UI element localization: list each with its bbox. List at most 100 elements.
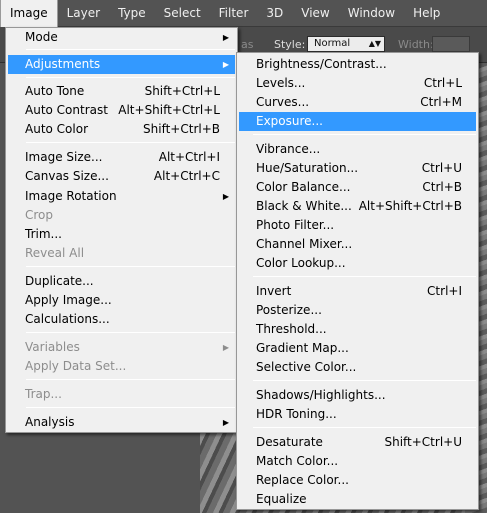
- menu-item-label: Analysis: [25, 415, 75, 429]
- menu-filter[interactable]: Filter: [210, 0, 258, 27]
- image-menu-item-auto-contrast[interactable]: Auto Contrast Alt+Shift+Ctrl+L: [8, 101, 235, 120]
- menu-item-label: Mode: [25, 30, 58, 44]
- menu-separator: [26, 407, 235, 408]
- adjustments-submenu: Brightness/Contrast... Levels... Ctrl+L …: [236, 52, 479, 510]
- menu-item-label: Desaturate: [256, 435, 323, 449]
- menu-3d[interactable]: 3D: [257, 0, 292, 27]
- adjust-item-replace-color[interactable]: Replace Color...: [239, 471, 476, 490]
- menu-item-shortcut: Alt+Shift+Ctrl+B: [358, 199, 462, 213]
- menu-item-shortcut: Shift+Ctrl+U: [384, 435, 462, 449]
- image-menu-item-canvas-size[interactable]: Canvas Size... Alt+Ctrl+C: [8, 167, 235, 186]
- menu-item-label: Calculations...: [25, 312, 110, 326]
- menu-item-label: Image Size...: [25, 150, 103, 164]
- image-menu: Mode ▶ Adjustments ▶ Auto Tone Shift+Ctr…: [5, 27, 238, 433]
- options-partial-label: as: [241, 38, 254, 51]
- menu-item-shortcut: Shift+Ctrl+B: [143, 122, 220, 136]
- image-menu-item-crop: Crop: [8, 206, 235, 225]
- adjust-item-black-white[interactable]: Black & White... Alt+Shift+Ctrl+B: [239, 197, 476, 216]
- adjust-item-threshold[interactable]: Threshold...: [239, 320, 476, 339]
- image-menu-item-auto-color[interactable]: Auto Color Shift+Ctrl+B: [8, 120, 235, 139]
- menu-separator: [253, 380, 476, 381]
- menu-image[interactable]: Image: [0, 0, 58, 27]
- image-menu-item-image-rotation[interactable]: Image Rotation ▶: [8, 187, 235, 206]
- menu-separator: [253, 276, 476, 277]
- triangle-right-icon: ▶: [222, 418, 229, 427]
- menu-item-label: Black & White...: [256, 199, 352, 213]
- adjust-item-invert[interactable]: Invert Ctrl+I: [239, 282, 476, 301]
- menu-separator: [26, 379, 235, 380]
- menu-select[interactable]: Select: [155, 0, 210, 27]
- menu-item-label: Color Lookup...: [256, 256, 346, 270]
- adjust-item-match-color[interactable]: Match Color...: [239, 452, 476, 471]
- image-menu-item-auto-tone[interactable]: Auto Tone Shift+Ctrl+L: [8, 82, 235, 101]
- image-menu-item-analysis[interactable]: Analysis ▶: [8, 413, 235, 432]
- menu-separator: [26, 332, 235, 333]
- adjust-item-equalize[interactable]: Equalize: [239, 490, 476, 509]
- menu-item-label: HDR Toning...: [256, 407, 337, 421]
- menu-item-shortcut: Ctrl+M: [420, 95, 462, 109]
- adjust-item-levels[interactable]: Levels... Ctrl+L: [239, 74, 476, 93]
- adjust-item-photo-filter[interactable]: Photo Filter...: [239, 216, 476, 235]
- image-menu-item-reveal-all: Reveal All: [8, 244, 235, 263]
- adjust-item-selective-color[interactable]: Selective Color...: [239, 358, 476, 377]
- image-menu-item-variables: Variables ▶: [8, 338, 235, 357]
- menu-item-label: Equalize: [256, 492, 307, 506]
- menu-item-label: Color Balance...: [256, 180, 351, 194]
- image-menu-item-apply-data-set: Apply Data Set...: [8, 357, 235, 376]
- adjust-item-shadows-highlights[interactable]: Shadows/Highlights...: [239, 386, 476, 405]
- menu-item-shortcut: Ctrl+B: [422, 180, 462, 194]
- adjust-item-posterize[interactable]: Posterize...: [239, 301, 476, 320]
- image-menu-item-apply-image[interactable]: Apply Image...: [8, 291, 235, 310]
- adjust-item-color-lookup[interactable]: Color Lookup...: [239, 254, 476, 273]
- triangle-right-icon: ▶: [222, 60, 229, 69]
- menu-item-label: Hue/Saturation...: [256, 161, 359, 175]
- menu-item-label: Trim...: [25, 227, 62, 241]
- menu-window[interactable]: Window: [339, 0, 404, 27]
- menu-separator: [253, 134, 476, 135]
- style-select[interactable]: Normal ▲▼: [307, 36, 385, 52]
- menu-item-shortcut: Alt+Ctrl+I: [158, 150, 220, 164]
- menu-item-label: Vibrance...: [256, 142, 321, 156]
- menu-item-shortcut: Shift+Ctrl+L: [144, 84, 220, 98]
- menu-item-shortcut: Ctrl+I: [427, 284, 462, 298]
- adjust-item-brightness-contrast[interactable]: Brightness/Contrast...: [239, 55, 476, 74]
- menu-separator: [253, 427, 476, 428]
- menu-item-label: Replace Color...: [256, 473, 349, 487]
- adjust-item-color-balance[interactable]: Color Balance... Ctrl+B: [239, 178, 476, 197]
- menu-item-label: Photo Filter...: [256, 218, 335, 232]
- menu-item-label: Crop: [25, 208, 54, 222]
- menu-item-label: Adjustments: [25, 57, 101, 71]
- menu-separator: [26, 49, 235, 50]
- menu-item-label: Reveal All: [25, 246, 85, 260]
- image-menu-item-mode[interactable]: Mode ▶: [8, 28, 235, 47]
- style-select-value: Normal: [314, 38, 351, 49]
- menu-item-label: Channel Mixer...: [256, 237, 353, 251]
- image-menu-item-calculations[interactable]: Calculations...: [8, 310, 235, 329]
- image-menu-item-image-size[interactable]: Image Size... Alt+Ctrl+I: [8, 148, 235, 167]
- menu-item-shortcut: Alt+Ctrl+C: [153, 169, 220, 183]
- adjust-item-gradient-map[interactable]: Gradient Map...: [239, 339, 476, 358]
- adjust-item-vibrance[interactable]: Vibrance...: [239, 140, 476, 159]
- menu-item-label: Canvas Size...: [25, 169, 109, 183]
- menu-type[interactable]: Type: [109, 0, 155, 27]
- menu-item-label: Auto Contrast: [25, 103, 108, 117]
- adjust-item-exposure[interactable]: Exposure...: [239, 112, 476, 131]
- adjust-item-desaturate[interactable]: Desaturate Shift+Ctrl+U: [239, 433, 476, 452]
- width-input[interactable]: [432, 36, 470, 52]
- image-menu-item-trim[interactable]: Trim...: [8, 225, 235, 244]
- adjust-item-hue-saturation[interactable]: Hue/Saturation... Ctrl+U: [239, 159, 476, 178]
- adjust-item-hdr-toning[interactable]: HDR Toning...: [239, 405, 476, 424]
- menu-item-label: Apply Data Set...: [25, 359, 127, 373]
- menu-item-label: Auto Tone: [25, 84, 85, 98]
- image-menu-item-adjustments[interactable]: Adjustments ▶: [8, 55, 235, 74]
- menu-item-label: Gradient Map...: [256, 341, 349, 355]
- menu-layer[interactable]: Layer: [58, 0, 109, 27]
- triangle-right-icon: ▶: [222, 33, 229, 42]
- menu-view[interactable]: View: [292, 0, 338, 27]
- menu-item-label: Match Color...: [256, 454, 339, 468]
- adjust-item-curves[interactable]: Curves... Ctrl+M: [239, 93, 476, 112]
- image-menu-item-duplicate[interactable]: Duplicate...: [8, 272, 235, 291]
- adjust-item-channel-mixer[interactable]: Channel Mixer...: [239, 235, 476, 254]
- menu-item-label: Levels...: [256, 76, 306, 90]
- menu-help[interactable]: Help: [404, 0, 449, 27]
